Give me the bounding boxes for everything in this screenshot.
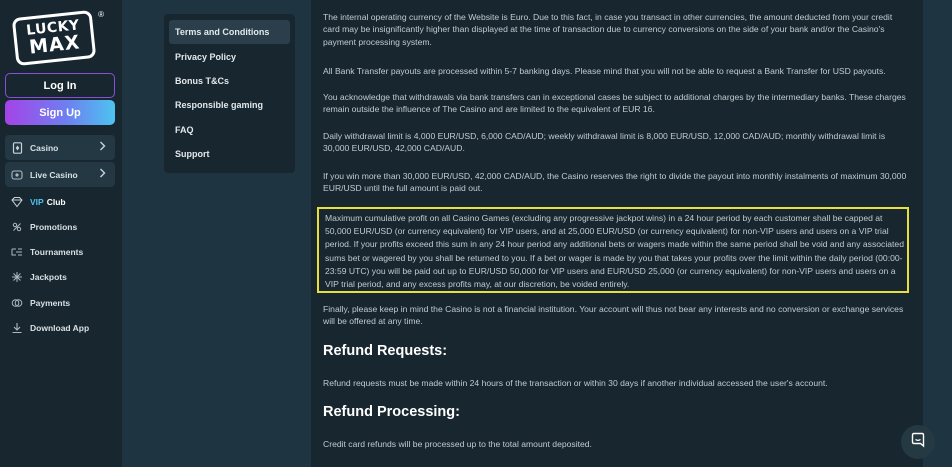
paragraph-currency: The internal operating currency of the W… [323,12,893,47]
chevron-right-icon [99,141,106,154]
terms-content: The internal operating currency of the W… [311,0,923,467]
chat-icon [910,432,926,453]
logo-badge: LUCKY MAX [11,9,97,67]
menu-item-support[interactable]: Support [169,142,290,166]
menu-item-faq[interactable]: FAQ [169,118,290,142]
chevron-right-icon [99,168,106,181]
paragraph-instalments: If you win more than 30,000 EUR/USD, 42,… [323,171,907,194]
nav-label-casino: Casino [30,142,59,153]
nav-item-download-app[interactable]: Download App [5,315,115,340]
sidebar: LUCKY MAX ® Log In Sign Up Casino Live C… [0,0,122,467]
live-casino-icon [11,169,23,181]
promotions-icon [11,221,23,233]
nav-label-download-app: Download App [30,322,90,333]
nav-item-payments[interactable]: Payments [5,290,115,315]
nav-item-promotions[interactable]: Promotions [5,214,115,239]
nav-label-club: Club [46,196,66,207]
nav-label-promotions: Promotions [30,221,78,232]
paragraph-not-financial: Finally, please keep in mind the Casino … [323,304,904,327]
logo-text-max: MAX [28,31,82,59]
paragraph-max-profit: Maximum cumulative profit on all Casino … [325,213,904,290]
menu-item-privacy[interactable]: Privacy Policy [169,44,290,68]
nav-item-tournaments[interactable]: Tournaments [5,240,115,265]
nav-label-live-casino: Live Casino [30,169,78,180]
registered-mark: ® [98,10,104,19]
nav-item-live-casino[interactable]: Live Casino [5,162,115,187]
nav-label-tournaments: Tournaments [30,247,84,258]
login-button[interactable]: Log In [5,73,115,98]
nav-label-payments: Payments [30,297,71,308]
diamond-icon [11,196,23,208]
menu-item-terms[interactable]: Terms and Conditions [169,20,290,45]
download-icon [11,322,23,334]
nav-item-jackpots[interactable]: Jackpots [5,265,115,290]
highlighted-clause: Maximum cumulative profit on all Casino … [317,207,909,293]
jackpots-icon [11,271,23,283]
nav-item-casino[interactable]: Casino [5,135,115,160]
nav-label-jackpots: Jackpots [30,272,67,283]
heading-refund-processing: Refund Processing: [323,404,460,420]
tournaments-icon [11,246,23,258]
payments-icon [11,297,23,309]
nav-label-vip: VIP [30,196,44,207]
paragraph-withdrawal-limits: Daily withdrawal limit is 4,000 EUR/USD,… [323,131,886,154]
chat-button[interactable] [901,425,935,459]
heading-refund-requests: Refund Requests: [323,343,448,359]
nav-item-vip-club[interactable]: VIP Club [5,189,115,214]
terms-menu: Terms and Conditions Privacy Policy Bonu… [164,14,295,173]
menu-item-responsible-gaming[interactable]: Responsible gaming [169,93,290,117]
paragraph-refund-requests: Refund requests must be made within 24 h… [323,378,828,388]
paragraph-bank-transfer: All Bank Transfer payouts are processed … [323,66,886,76]
casino-card-icon [11,141,23,154]
paragraph-charges: You acknowledge that withdrawals via ban… [323,92,906,115]
main-nav: Casino Live Casino VIP Club Promotions T… [5,135,115,341]
luckymax-logo[interactable]: LUCKY MAX ® [11,9,104,67]
signup-button[interactable]: Sign Up [5,100,115,125]
paragraph-refund-processing: Credit card refunds will be processed up… [323,439,592,449]
menu-item-bonus-tcs[interactable]: Bonus T&Cs [169,69,290,93]
